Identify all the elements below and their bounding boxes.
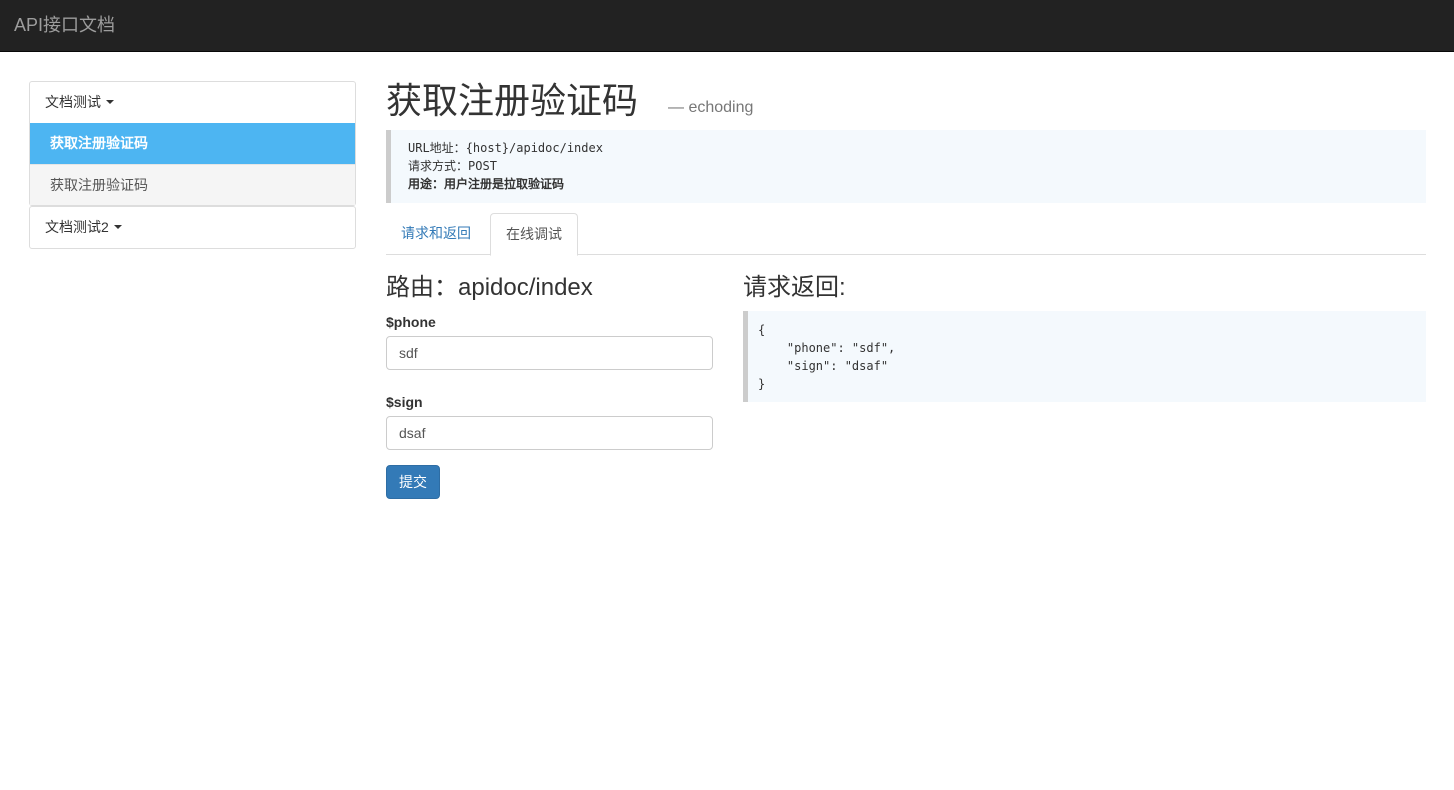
- response-panel: 请求返回: { "phone": "sdf", "sign": "dsaf" }: [743, 275, 1426, 402]
- caret-down-icon: [106, 100, 114, 105]
- sign-label: $sign: [386, 394, 423, 410]
- url-value: {host}/apidoc/index: [465, 141, 603, 155]
- navbar-brand[interactable]: API接口文档: [14, 14, 115, 36]
- api-info-block: URL地址：{host}/apidoc/index 请求方式：POST 用途：用…: [386, 130, 1426, 203]
- method-value: POST: [468, 159, 497, 173]
- sidebar-group-toggle[interactable]: 文档测试: [30, 82, 355, 123]
- phone-input[interactable]: [386, 336, 713, 370]
- response-body: { "phone": "sdf", "sign": "dsaf" }: [743, 311, 1426, 402]
- url-label: URL地址：: [408, 141, 466, 155]
- page-author: — echoding: [668, 99, 754, 116]
- sidebar-group-label: 文档测试2: [45, 219, 109, 235]
- response-title: 请求返回:: [743, 274, 846, 301]
- sidebar-group-doc-test-2: 文档测试2: [29, 206, 356, 249]
- phone-label: $phone: [386, 314, 436, 330]
- caret-down-icon: [113, 225, 122, 230]
- sign-input[interactable]: [386, 416, 713, 450]
- sidebar-group-toggle[interactable]: 文档测试2: [30, 207, 355, 248]
- page-title: 获取注册验证码: [386, 80, 639, 121]
- debug-form: 路由：apidoc/index $phone $sign 提交: [386, 275, 713, 499]
- tab-request-response[interactable]: 请求和返回: [386, 213, 486, 255]
- tab-online-debug[interactable]: 在线调试: [490, 213, 578, 256]
- purpose-row: 用途：用户注册是拉取验证码: [408, 177, 565, 191]
- top-navbar: API接口文档: [0, 0, 1454, 52]
- sidebar: 文档测试 获取注册验证码 获取注册验证码 文档测试2: [29, 81, 356, 249]
- sidebar-group-label: 文档测试: [45, 94, 101, 110]
- tab-bar: 请求和返回 在线调试: [386, 213, 1426, 256]
- sidebar-item-get-register-code[interactable]: 获取注册验证码: [30, 123, 355, 164]
- method-row: 请求方式：POST: [408, 157, 1409, 175]
- url-row: URL地址：{host}/apidoc/index: [408, 139, 1409, 157]
- main-content: 获取注册验证码 — echoding URL地址：{host}/apidoc/i…: [386, 76, 1426, 499]
- submit-button[interactable]: 提交: [386, 465, 440, 499]
- sidebar-item-get-register-code-2[interactable]: 获取注册验证码: [30, 164, 355, 205]
- method-label: 请求方式：: [408, 159, 469, 173]
- sidebar-group-doc-test: 文档测试 获取注册验证码 获取注册验证码: [29, 81, 356, 206]
- page-header: 获取注册验证码 — echoding: [386, 76, 1426, 126]
- route-title: 路由：apidoc/index: [386, 274, 593, 301]
